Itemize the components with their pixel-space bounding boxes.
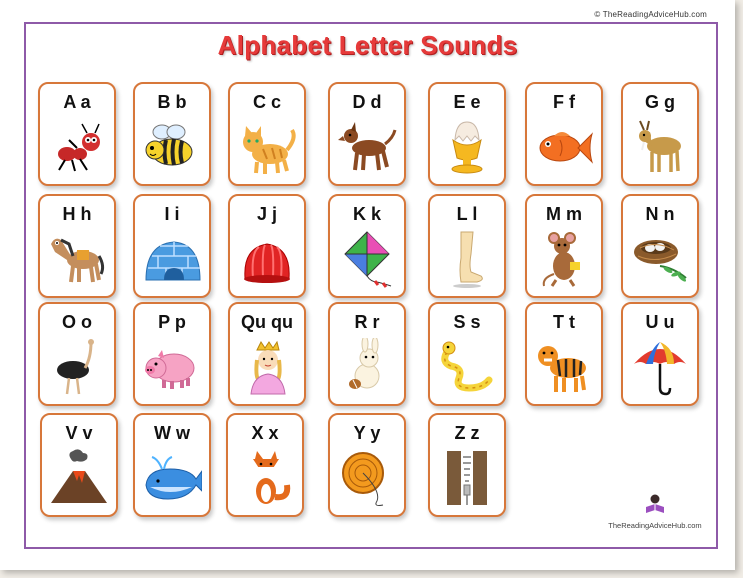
letter-card: N n [621, 194, 699, 298]
leg-icon [453, 231, 483, 288]
letter-card: G g [621, 82, 699, 186]
letter-card: A a [38, 82, 116, 186]
letter-card: U u [621, 302, 699, 406]
goat-icon [639, 120, 681, 172]
ostrich-icon [54, 339, 94, 395]
letter-card: T t [525, 302, 603, 406]
letter-card: F f [525, 82, 603, 186]
letter-card: Y y [328, 413, 406, 517]
letter-card: S s [428, 302, 506, 406]
letter-card: K k [328, 194, 406, 298]
letter-card: Z z [428, 413, 506, 517]
card-letter: A a [63, 92, 91, 112]
mouse-icon [542, 232, 580, 287]
cat-icon [243, 126, 296, 174]
whale-icon [145, 456, 202, 500]
letter-card: I i [133, 194, 211, 298]
card-letter: Y y [353, 423, 381, 443]
letter-card: C c [228, 82, 306, 186]
zipper-icon [447, 451, 487, 505]
egg-icon [451, 121, 483, 174]
letter-card: W w [133, 413, 211, 517]
letter-card: O o [38, 302, 116, 406]
card-letter: J j [256, 204, 277, 224]
card-letter: H h [62, 204, 92, 224]
card-letter: D d [352, 92, 382, 112]
card-letter: M m [546, 204, 582, 224]
card-letter: O o [62, 312, 92, 332]
fish-icon [539, 132, 594, 164]
card-letter: Z z [454, 423, 480, 443]
volcano-icon [51, 449, 107, 503]
copyright-text: © TheReadingAdviceHub.com [594, 10, 707, 19]
card-letter: W w [154, 423, 190, 443]
card-letter: B b [157, 92, 187, 112]
letter-card: B b [133, 82, 211, 186]
yoyo-icon [342, 452, 384, 506]
igloo-icon [145, 241, 201, 281]
card-letter: X x [251, 423, 279, 443]
worksheet-page: © TheReadingAdviceHub.com Alphabet Lette… [0, 0, 735, 570]
letter-card: X x [226, 413, 304, 517]
letter-card: L l [428, 194, 506, 298]
letter-card: Qu qu [228, 302, 306, 406]
card-letter: R r [354, 312, 380, 332]
umbrella-icon [634, 342, 686, 396]
card-letter: E e [453, 92, 481, 112]
card-letter: P p [158, 312, 186, 332]
queen-icon [250, 340, 286, 395]
card-letter: U u [645, 312, 675, 332]
snake-icon [441, 341, 493, 392]
kite-icon [344, 231, 392, 288]
card-letter: V v [65, 423, 93, 443]
site-name: TheReadingAdviceHub.com [608, 521, 702, 530]
letter-card: J j [228, 194, 306, 298]
pig-icon [145, 350, 195, 389]
nest-icon [634, 240, 687, 282]
letter-card: R r [328, 302, 406, 406]
card-letter: G g [645, 92, 675, 112]
bee-icon [145, 124, 193, 166]
tiger-icon [538, 346, 586, 392]
rabbit-icon [349, 338, 380, 389]
jelly-icon [244, 243, 290, 283]
fox-icon [253, 451, 291, 504]
reading-child-icon [646, 494, 664, 513]
card-letter: C c [252, 92, 281, 112]
card-letter: S s [453, 312, 481, 332]
letter-card: E e [428, 82, 506, 186]
card-letter: N n [645, 204, 675, 224]
letter-card: V v [40, 413, 118, 517]
card-letter: I i [164, 204, 180, 224]
card-letter: K k [352, 204, 381, 224]
card-letter: T t [553, 312, 575, 332]
ant-icon [58, 123, 100, 172]
card-letter: Qu qu [241, 312, 293, 332]
letter-card: M m [525, 194, 603, 298]
letter-card: P p [133, 302, 211, 406]
dog-icon [338, 122, 397, 171]
card-letter: F f [553, 92, 575, 112]
page-title: Alphabet Letter Sounds [217, 30, 518, 60]
horse-icon [51, 238, 105, 283]
card-letter: L l [456, 204, 478, 224]
letter-card: H h [38, 194, 116, 298]
site-logo: TheReadingAdviceHub.com [605, 493, 705, 530]
letter-card: D d [328, 82, 406, 186]
